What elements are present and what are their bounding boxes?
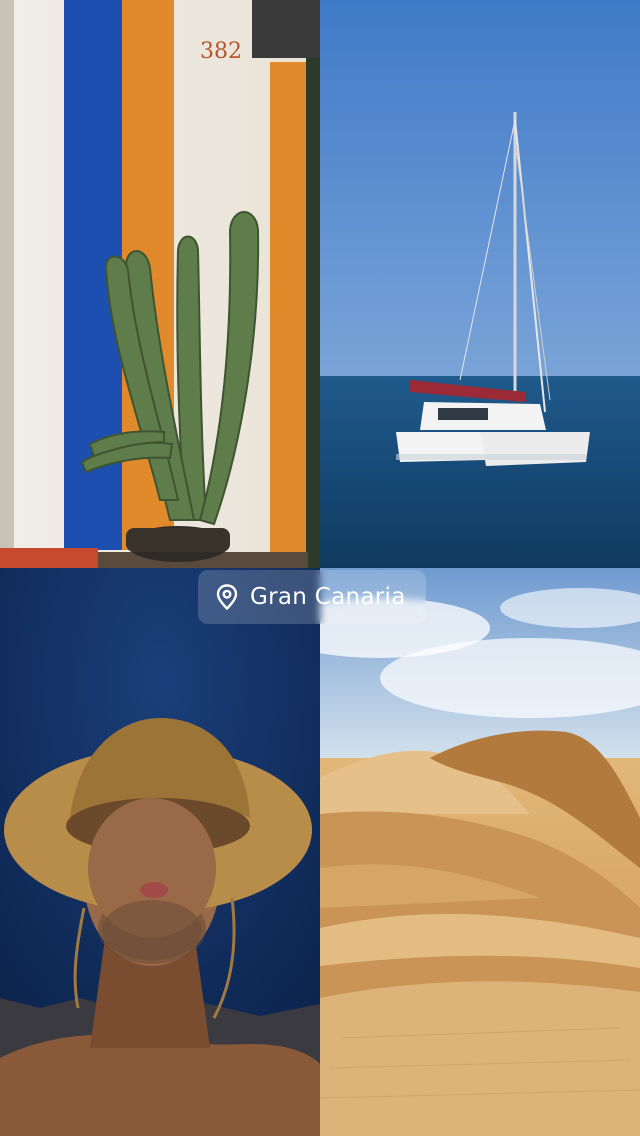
photo-sand-dunes[interactable] [320, 568, 640, 1136]
catamaran-image [320, 0, 640, 568]
house-number: 382 [200, 39, 242, 64]
cactus-wall-image: 382 [0, 0, 320, 568]
photo-cactus-wall[interactable]: 382 [0, 0, 320, 568]
location-sticker[interactable]: Gran Canaria [198, 570, 426, 624]
selfie-image [0, 568, 320, 1136]
dunes-image [320, 568, 640, 1136]
story-collage: 382 Gran Canaria [0, 0, 640, 1136]
location-pin-icon [214, 584, 240, 610]
photo-selfie-straw-hat[interactable] [0, 568, 320, 1136]
location-label: Gran Canaria [250, 584, 406, 610]
photo-catamaran[interactable] [320, 0, 640, 568]
